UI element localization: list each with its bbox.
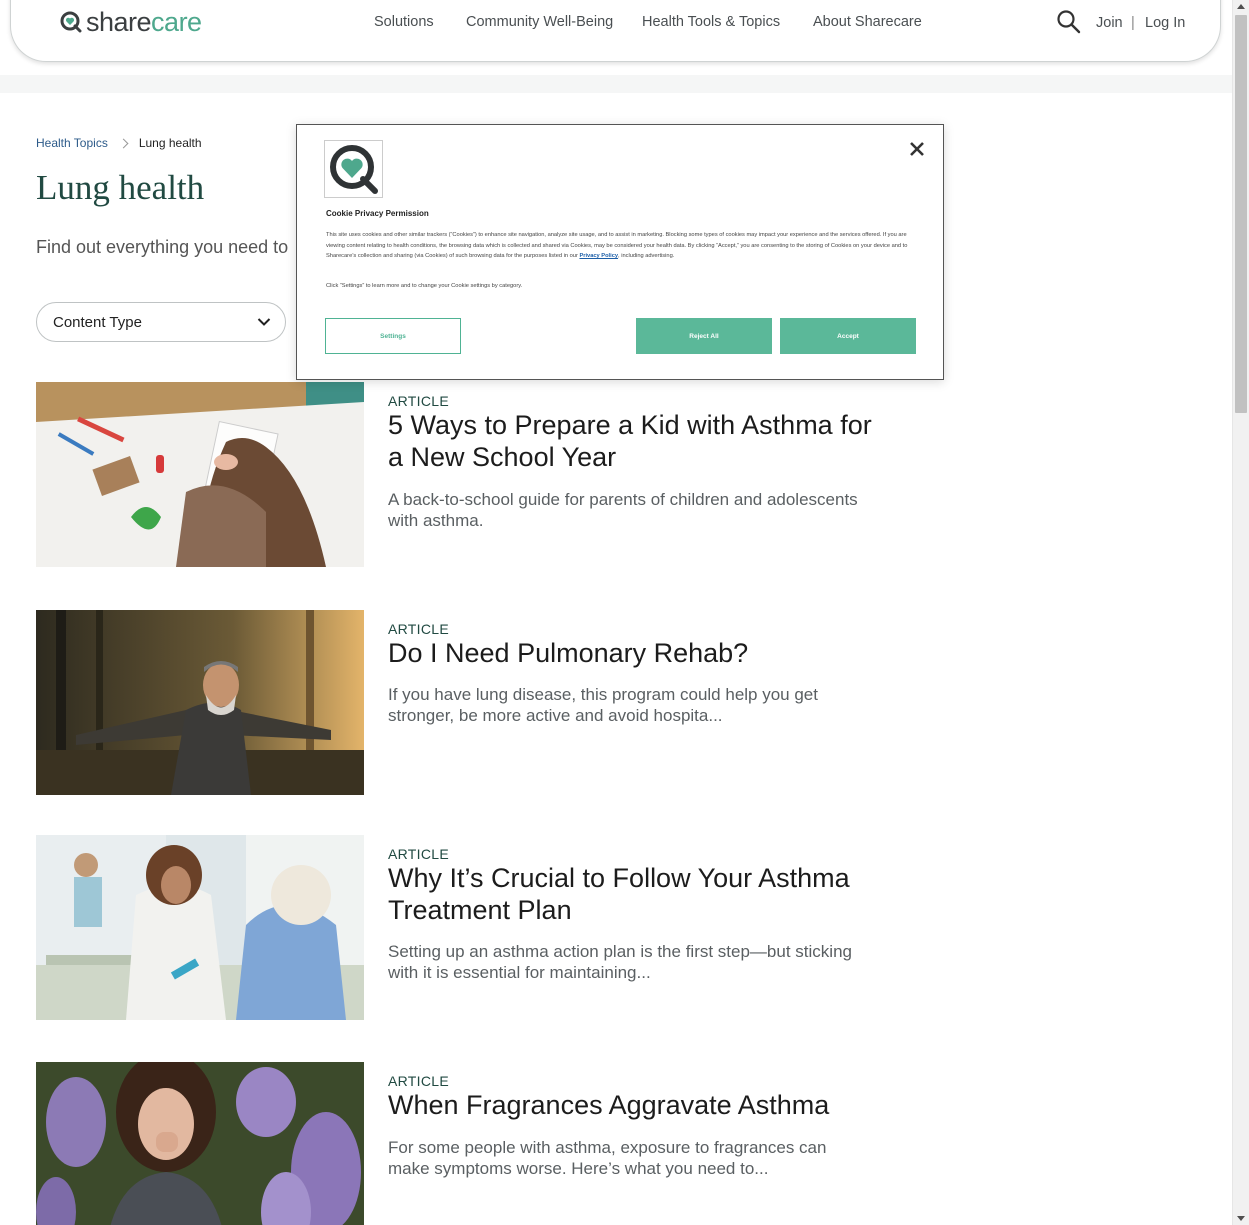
breadcrumb: Health Topics Lung health xyxy=(36,136,202,150)
logo-text: sharecare xyxy=(86,7,202,37)
article-title[interactable]: Why It’s Crucial to Follow Your Asthma T… xyxy=(388,862,878,926)
logo-mark-icon xyxy=(60,11,82,33)
scroll-down-arrow-icon[interactable] xyxy=(1237,1216,1245,1221)
login-link[interactable]: Log In xyxy=(1145,15,1185,31)
article-card[interactable]: ARTICLE Do I Need Pulmonary Rehab? If yo… xyxy=(36,610,876,795)
cookie-body-text-end: , including advertising. xyxy=(618,253,675,260)
article-description: For some people with asthma, exposure to… xyxy=(388,1138,827,1178)
content-type-dropdown[interactable]: Content Type xyxy=(36,302,286,342)
logo-care-text: care xyxy=(151,7,202,37)
article-type: ARTICLE xyxy=(388,393,449,409)
article-type: ARTICLE xyxy=(388,846,449,862)
join-link[interactable]: Join xyxy=(1096,15,1123,31)
auth-separator: | xyxy=(1131,15,1135,31)
breadcrumb-current: Lung health xyxy=(138,136,202,150)
nav-health-tools-topics[interactable]: Health Tools & Topics xyxy=(642,14,780,30)
cookie-consent-dialog: Cookie Privacy Permission This site uses… xyxy=(296,124,944,380)
article-type: ARTICLE xyxy=(388,621,449,637)
nav-solutions[interactable]: Solutions xyxy=(374,14,434,30)
sharecare-logo[interactable]: sharecare xyxy=(60,7,202,37)
nav-community-well-being[interactable]: Community Well-Being xyxy=(466,14,613,30)
privacy-policy-link[interactable]: Privacy Policy xyxy=(579,253,618,259)
article-image-asthma-treatment[interactable] xyxy=(36,835,364,1020)
article-title[interactable]: Do I Need Pulmonary Rehab? xyxy=(388,637,878,669)
breadcrumb-health-topics[interactable]: Health Topics xyxy=(36,136,108,150)
article-image-pulmonary-rehab[interactable] xyxy=(36,610,364,795)
article-title[interactable]: 5 Ways to Prepare a Kid with Asthma for … xyxy=(388,409,878,473)
reject-all-button[interactable]: Reject All xyxy=(636,318,772,354)
cookie-dialog-logo xyxy=(324,140,383,198)
close-icon[interactable] xyxy=(908,140,926,158)
article-description: If you have lung disease, this program c… xyxy=(388,685,818,725)
site-header: sharecare Solutions Community Well-Being… xyxy=(10,0,1221,62)
page-title: Lung health xyxy=(36,168,205,207)
scroll-up-arrow-icon[interactable] xyxy=(1237,4,1245,9)
article-card[interactable]: ARTICLE 5 Ways to Prepare a Kid with Ast… xyxy=(36,382,876,567)
cookie-dialog-note: Click “Settings” to learn more and to ch… xyxy=(326,283,523,289)
cookie-dialog-body: This site uses cookies and other similar… xyxy=(326,230,918,262)
article-card[interactable]: ARTICLE When Fragrances Aggravate Asthma… xyxy=(36,1062,876,1225)
article-image-kid-school[interactable] xyxy=(36,382,364,567)
cookie-dialog-title: Cookie Privacy Permission xyxy=(326,209,429,218)
article-title[interactable]: When Fragrances Aggravate Asthma xyxy=(388,1089,878,1121)
accept-button[interactable]: Accept xyxy=(780,318,916,354)
article-image-fragrances[interactable] xyxy=(36,1062,364,1225)
chevron-down-icon xyxy=(257,318,271,326)
cookie-settings-button[interactable]: Settings xyxy=(325,318,461,354)
article-type: ARTICLE xyxy=(388,1073,449,1089)
search-icon[interactable] xyxy=(1056,9,1082,35)
article-card[interactable]: ARTICLE Why It’s Crucial to Follow Your … xyxy=(36,835,876,1020)
content-type-label: Content Type xyxy=(53,314,142,331)
page-scrollbar[interactable] xyxy=(1232,0,1249,1225)
article-description: Setting up an asthma action plan is the … xyxy=(388,942,852,982)
chevron-right-icon xyxy=(118,138,129,148)
page-intro: Find out everything you need to k xyxy=(36,237,294,257)
article-description: A back-to-school guide for parents of ch… xyxy=(388,490,858,530)
nav-about-sharecare[interactable]: About Sharecare xyxy=(813,14,922,30)
sharecare-q-icon xyxy=(330,145,378,194)
logo-share-text: share xyxy=(86,7,152,37)
scroll-thumb[interactable] xyxy=(1235,15,1247,413)
